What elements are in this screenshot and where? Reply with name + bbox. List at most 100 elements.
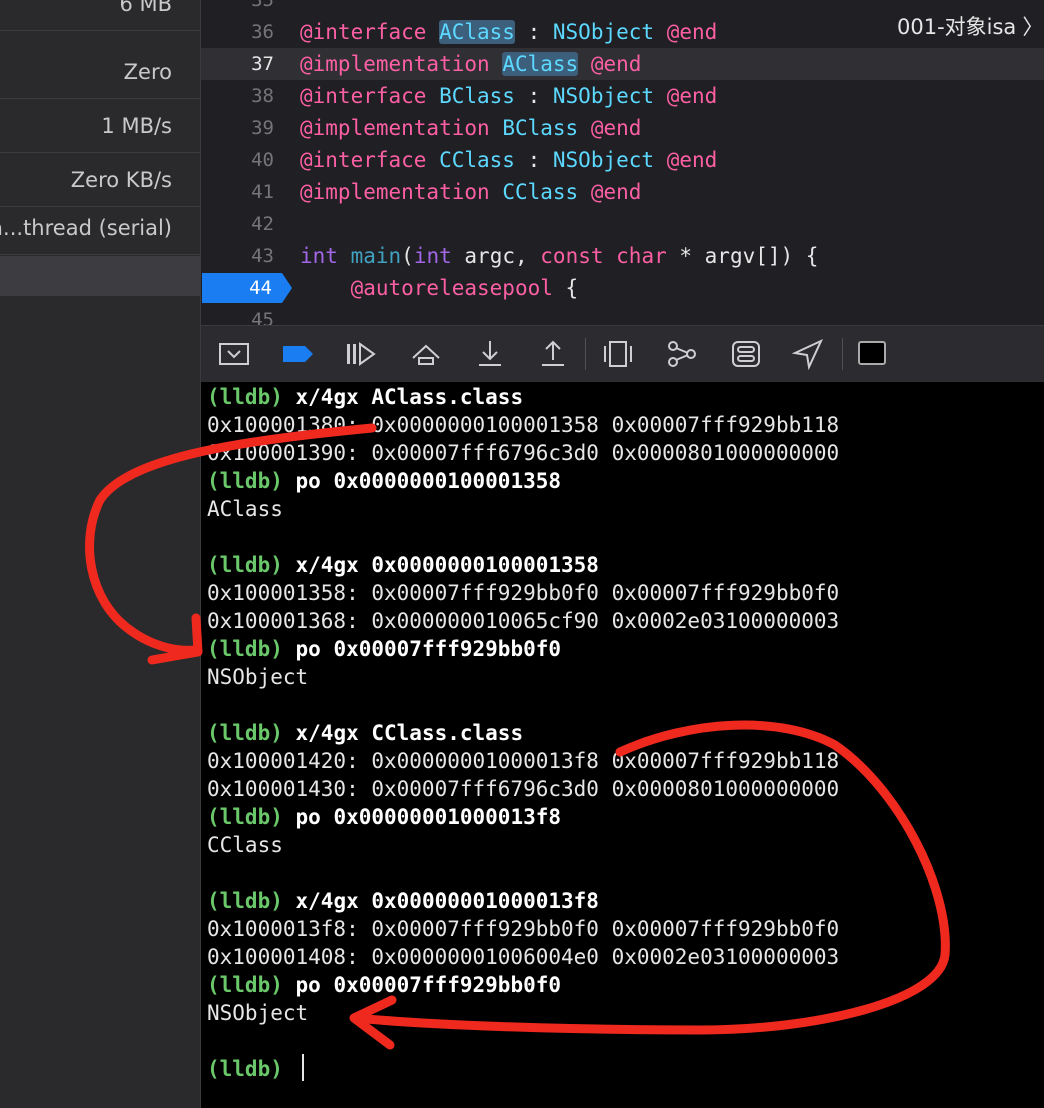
console-output-line: NSObject xyxy=(207,663,308,691)
step-out-icon xyxy=(542,340,564,366)
terminal-icon xyxy=(858,341,886,365)
code-token: @end xyxy=(590,180,642,204)
code-token: @end xyxy=(666,148,718,172)
lldb-output: NSObject xyxy=(207,1001,309,1025)
lldb-prompt: (lldb) xyxy=(207,637,283,661)
code-line[interactable]: 41 @implementation CClass @end xyxy=(201,176,1044,208)
network-rate-row[interactable]: Zero KB/s xyxy=(0,152,200,207)
disk-value: Zero xyxy=(123,60,172,84)
code-line[interactable]: 42 xyxy=(201,208,1044,240)
code-token: NSObject xyxy=(552,20,655,44)
source-editor[interactable]: 35 36 @interface AClass : NSObject @end 37… xyxy=(201,0,1044,325)
lldb-output: 0x100001358: 0x00007fff929bb0f0 0x00007f… xyxy=(207,581,840,605)
console-output-line: 0x100001408: 0x00000001006004e0 0x0002e0… xyxy=(207,943,839,971)
code-token: : xyxy=(514,20,553,44)
console-output-line: NSObject xyxy=(207,999,308,1027)
breakpoint-marker[interactable]: 44 xyxy=(202,273,292,303)
thread-label: a...thread (serial) xyxy=(0,216,172,240)
code-line[interactable]: 40 @interface CClass : NSObject @end xyxy=(201,144,1044,176)
selected-stack-frame-row[interactable] xyxy=(0,256,200,296)
code-token: AClass xyxy=(439,20,515,44)
hide-console-icon xyxy=(219,343,249,365)
view-hierarchy-button[interactable] xyxy=(601,338,635,370)
code-line[interactable]: 37 @implementation AClass @end xyxy=(201,48,1044,80)
disk-gauge-row[interactable]: Zero xyxy=(0,44,200,99)
console-command-line: (lldb) po 0x00007fff929bb0f0 xyxy=(207,971,561,999)
line-number: 35 xyxy=(251,0,274,11)
continue-button[interactable] xyxy=(344,338,378,370)
memory-value: 6 MB xyxy=(119,0,172,16)
environment-overrides-button[interactable] xyxy=(729,338,763,370)
network-gauge-row[interactable]: 1 MB/s xyxy=(0,98,200,153)
code-text: @autoreleasepool { xyxy=(300,272,579,304)
console-command-line: (lldb) x/4gx 0x0000000100001358 xyxy=(207,551,599,579)
code-token: NSObject xyxy=(552,148,655,172)
simulate-location-button[interactable] xyxy=(791,338,825,371)
console-command-line: (lldb) po 0x0000000100001358 xyxy=(207,467,561,495)
lldb-output: 0x100001408: 0x00000001006004e0 0x0002e0… xyxy=(207,945,840,969)
code-token: AClass xyxy=(502,52,579,76)
line-number: 42 xyxy=(251,213,274,235)
step-out-button[interactable] xyxy=(536,338,570,370)
code-line[interactable]: 43 int main(int argc, const char * argv[]… xyxy=(201,240,1044,272)
lldb-console[interactable]: (lldb) x/4gx AClass.class 0x100001380: 0x… xyxy=(201,382,1044,1108)
thread-row[interactable]: a...thread (serial) xyxy=(0,206,200,255)
lldb-output: 0x100001430: 0x00007fff6796c3d0 0x000080… xyxy=(207,777,840,801)
code-text: @interface CClass : NSObject @end xyxy=(300,144,717,176)
memory-gauge-row[interactable]: 6 MB xyxy=(0,0,200,31)
chevron-right-icon: 〉 xyxy=(1022,15,1044,39)
console-output-line: 0x1000013f8: 0x00007fff929bb0f0 0x00007f… xyxy=(207,915,839,943)
lldb-command: po 0x00007fff929bb0f0 xyxy=(295,637,562,661)
continue-icon xyxy=(347,342,376,366)
code-token: BClass xyxy=(439,84,515,108)
console-output-line: AClass xyxy=(207,495,283,523)
code-token: argc, xyxy=(451,244,541,268)
environment-overrides-icon xyxy=(732,341,760,367)
code-line[interactable]: 44 @autoreleasepool { xyxy=(201,272,1044,304)
breakpoints-toggle-button[interactable] xyxy=(281,338,315,370)
step-into-button[interactable] xyxy=(473,338,507,370)
memory-graph-button[interactable] xyxy=(665,338,699,370)
line-number: 38 xyxy=(251,85,274,107)
line-number: 45 xyxy=(251,309,274,325)
code-token: @end xyxy=(590,52,642,76)
lldb-prompt: (lldb) xyxy=(207,721,283,745)
console-output-line: CClass xyxy=(207,831,283,859)
code-token: @interface xyxy=(300,20,427,44)
line-number: 41 xyxy=(251,181,274,203)
network-rate-value: Zero KB/s xyxy=(70,168,172,192)
lldb-output: CClass xyxy=(207,833,283,857)
lldb-prompt: (lldb) xyxy=(207,553,283,577)
code-text: @interface AClass : NSObject @end xyxy=(300,16,717,48)
lldb-prompt: (lldb) xyxy=(207,469,283,493)
code-token: char xyxy=(616,244,667,268)
code-token: int xyxy=(300,244,338,268)
console-output-line: 0x100001368: 0x000000010065cf90 0x0002e0… xyxy=(207,607,839,635)
code-text: @implementation CClass @end xyxy=(300,176,641,208)
code-text: @implementation BClass @end xyxy=(300,112,641,144)
step-over-button[interactable] xyxy=(409,338,443,370)
console-output-line: 0x100001358: 0x00007fff929bb0f0 0x00007f… xyxy=(207,579,839,607)
breakpoints-toggle-icon xyxy=(283,346,313,362)
process-selector[interactable]: 001-对象isa 〉 xyxy=(897,12,1043,42)
lldb-command: po 0x00000001000013f8 xyxy=(295,805,562,829)
code-line[interactable]: 39 @implementation BClass @end xyxy=(201,112,1044,144)
console-command-line: (lldb) x/4gx CClass.class xyxy=(207,719,523,747)
code-token: : xyxy=(514,148,553,172)
code-line[interactable]: 38 @interface BClass : NSObject @end xyxy=(201,80,1044,112)
line-number: 39 xyxy=(251,117,274,139)
lldb-output: 0x100001368: 0x000000010065cf90 0x0002e0… xyxy=(207,609,840,633)
code-token: @interface xyxy=(300,84,427,108)
lldb-command: x/4gx AClass.class xyxy=(295,385,524,409)
lldb-output: 0x100001420: 0x00000001000013f8 0x00007f… xyxy=(207,749,840,773)
code-token: CClass xyxy=(439,148,515,172)
lldb-prompt: (lldb) xyxy=(207,805,283,829)
hide-console-button[interactable] xyxy=(217,338,251,370)
console-output-line: 0x100001380: 0x0000000100001358 0x00007f… xyxy=(207,411,839,439)
